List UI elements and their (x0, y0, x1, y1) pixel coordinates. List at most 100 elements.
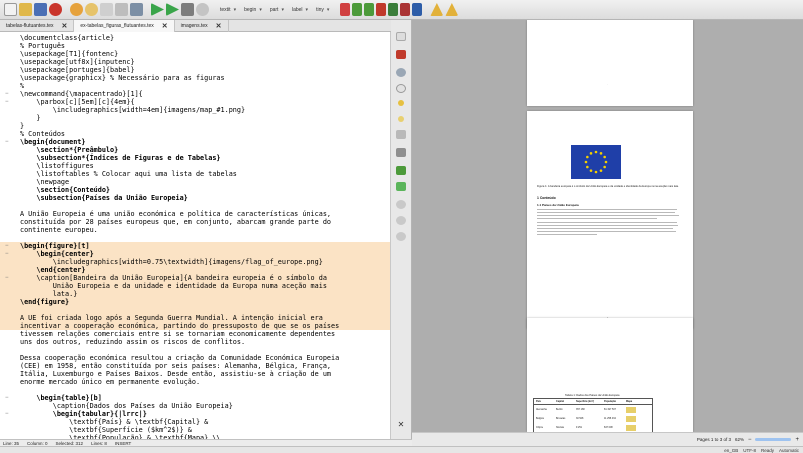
close-icon[interactable] (49, 3, 62, 16)
code-editor[interactable]: \documentclass{article}% Português \usepa… (0, 32, 391, 439)
code-line[interactable]: \listoftables % Colocar aqui uma lista d… (0, 170, 390, 178)
fold-toggle-icon[interactable]: − (5, 274, 9, 282)
code-line[interactable]: enorme mercado único em permanente evolu… (0, 378, 390, 386)
code-line[interactable]: Itália, Luxemburgo e Países Baixos. Desd… (0, 370, 390, 378)
gray-dot-icon[interactable] (396, 232, 406, 241)
zoom-out-icon[interactable]: − (748, 437, 752, 443)
code-line[interactable]: \newpage (0, 178, 390, 186)
code-line[interactable]: \section*{Preâmbulo} (0, 146, 390, 154)
code-line[interactable]: \textbf{País} & \textbf{Capital} & (0, 418, 390, 426)
close-tab-icon[interactable]: ✕ (216, 22, 222, 30)
zoom-slider[interactable] (755, 438, 792, 441)
code-line[interactable]: \section{Conteúdo} (0, 186, 390, 194)
code-line[interactable]: − \begin{figure}[t] (0, 242, 390, 250)
close-tab-icon[interactable]: ✕ (62, 22, 68, 30)
code-line[interactable]: (CEE) em 1958, então constituída por sei… (0, 362, 390, 370)
encoding-indicator[interactable]: UTF-8 (743, 448, 756, 453)
code-line[interactable]: lata.} (0, 290, 390, 298)
cut-icon[interactable] (115, 3, 128, 16)
compile-icon[interactable] (166, 3, 179, 16)
code-line[interactable]: A UE foi criada logo após a Segunda Guer… (0, 314, 390, 322)
code-line[interactable]: \caption{Dados dos Países da União Europ… (0, 402, 390, 410)
bookmark-icon[interactable] (396, 32, 406, 41)
code-line[interactable]: A União Europeia é uma união económica e… (0, 210, 390, 218)
environment-combo[interactable]: begin ▾ (244, 7, 262, 13)
code-line[interactable]: \usepackage{graphicx} % Necessário para … (0, 74, 390, 82)
code-line[interactable]: \end{figure} (0, 298, 390, 306)
code-line[interactable]: União Europeia e da unidade e identidade… (0, 282, 390, 290)
fold-toggle-icon[interactable]: − (5, 242, 9, 250)
code-line[interactable]: \subsection{Países da União Europeia} (0, 194, 390, 202)
search-icon[interactable] (396, 68, 406, 77)
code-line[interactable]: \includegraphics[width=4em]{imagens/map_… (0, 106, 390, 114)
code-line[interactable] (0, 346, 390, 354)
table-icon[interactable] (340, 3, 351, 16)
new-file-icon[interactable] (4, 3, 17, 16)
fold-toggle-icon[interactable]: − (5, 138, 9, 146)
code-line[interactable]: Dessa cooperação económica resultou a cr… (0, 354, 390, 362)
code-line[interactable]: % (0, 82, 390, 90)
language-indicator[interactable]: en_GB (724, 448, 738, 453)
code-line[interactable]: tivessem relações comerciais entre si se… (0, 330, 390, 338)
zoom-value[interactable]: 62% (735, 437, 744, 442)
fold-toggle-icon[interactable]: − (5, 98, 9, 106)
arrow-icon[interactable] (396, 148, 406, 157)
marker-icon[interactable] (398, 100, 404, 106)
code-line[interactable] (0, 234, 390, 242)
code-line[interactable]: − \begin{center} (0, 250, 390, 258)
code-line[interactable]: − \newcommand{\mapacentrado}[1]{ (0, 90, 390, 98)
code-line[interactable]: } (0, 122, 390, 130)
code-line[interactable]: continente europeu. (0, 226, 390, 234)
fold-toggle-icon[interactable]: − (5, 90, 9, 98)
gray-dot-icon[interactable] (396, 216, 406, 225)
view-pdf-icon[interactable] (181, 3, 194, 16)
reference-combo[interactable]: label ▾ (292, 7, 308, 13)
mode-indicator[interactable]: Automatic (779, 448, 799, 453)
save-icon[interactable] (34, 3, 47, 16)
code-line[interactable]: − \begin{table}[b] (0, 394, 390, 402)
gray-dot-icon[interactable] (396, 200, 406, 209)
size-combo[interactable]: tiny ▾ (316, 7, 329, 13)
code-line[interactable]: − \caption[Bandeira da União Europeia]{A… (0, 274, 390, 282)
code-line[interactable]: \end{center} (0, 266, 390, 274)
code-line[interactable]: constituída por 28 países europeus que, … (0, 218, 390, 226)
format-combo[interactable]: textit ▾ (220, 7, 236, 13)
undo-icon[interactable] (70, 3, 83, 16)
fold-toggle-icon[interactable]: − (5, 394, 9, 402)
tab-ex-tabelas-figuras[interactable]: ex-tabelas_figuras_flutuantes.tex ✕ (74, 20, 175, 32)
redo-icon[interactable] (85, 3, 98, 16)
tab-tabelas-flutuantes[interactable]: tabelas-flutuantes.tex ✕ (0, 20, 75, 32)
list-icon[interactable] (396, 130, 406, 139)
warning-icon[interactable] (430, 3, 444, 16)
marker-icon[interactable] (398, 116, 404, 122)
build-view-icon[interactable] (151, 3, 164, 16)
paste-icon[interactable] (130, 3, 143, 16)
open-folder-icon[interactable] (19, 3, 32, 16)
code-line[interactable]: − \begin{document} (0, 138, 390, 146)
copy-icon[interactable] (100, 3, 113, 16)
code-line[interactable]: \subsection*{Índices de Figuras e de Tab… (0, 154, 390, 162)
structure-combo[interactable]: part ▾ (270, 7, 284, 13)
code-line[interactable]: % Conteúdos (0, 130, 390, 138)
code-line[interactable]: \usepackage[T1]{fontenc} (0, 50, 390, 58)
code-line[interactable] (0, 386, 390, 394)
code-line[interactable]: } (0, 114, 390, 122)
code-line[interactable]: \usepackage[utf8x]{inputenc} (0, 58, 390, 66)
pdf-preview[interactable]: · Figura 1: A bandeira europeia é o símb… (412, 20, 803, 432)
fold-toggle-icon[interactable]: − (5, 410, 9, 418)
code-line[interactable]: − \begin{tabular}{|lrrc|} (0, 410, 390, 418)
tab-imagens[interactable]: imagens.tex ✕ (175, 20, 229, 32)
code-line[interactable]: \usepackage[portuges]{babel} (0, 66, 390, 74)
code-line[interactable]: \documentclass{article} (0, 34, 390, 42)
sort-icon[interactable] (412, 3, 423, 16)
structure-icon[interactable] (396, 50, 406, 59)
code-line[interactable]: incentivar a cooperação económica, parti… (0, 322, 390, 330)
remove-row-icon[interactable] (388, 3, 399, 16)
code-line[interactable] (0, 202, 390, 210)
row-icon[interactable] (364, 3, 375, 16)
align-icon[interactable] (400, 3, 411, 16)
green-arrow-icon[interactable] (396, 182, 406, 191)
code-line[interactable] (0, 306, 390, 314)
code-line[interactable]: \includegraphics[width=0.75\textwidth]{i… (0, 258, 390, 266)
symbol-icon[interactable] (396, 84, 406, 93)
